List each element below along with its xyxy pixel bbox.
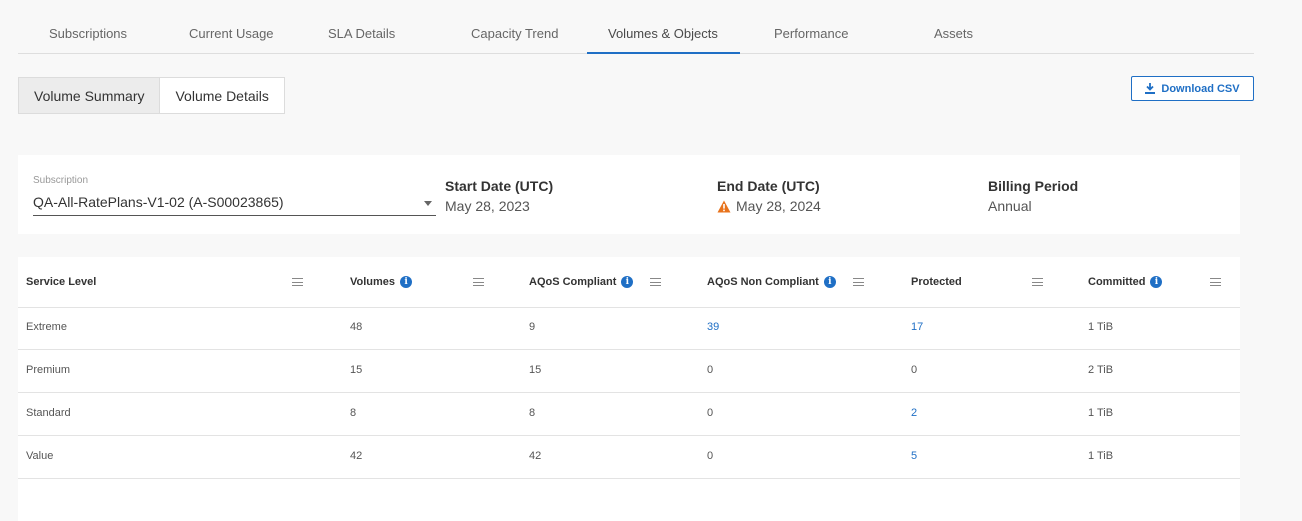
end-date-title: End Date (UTC) — [717, 178, 820, 194]
subscription-select[interactable]: QA-All-RatePlans-V1-02 (A-S00023865) — [33, 192, 436, 216]
table-row: Extreme 48 9 39 17 1 TiB — [18, 307, 1240, 350]
download-icon — [1145, 83, 1156, 94]
cell-committed: 1 TiB — [1088, 321, 1114, 333]
cell-protected-link[interactable]: 17 — [911, 321, 923, 333]
cell-aqos-compliant: 9 — [529, 321, 536, 333]
cell-aqos-compliant: 8 — [529, 407, 536, 419]
cell-committed: 2 TiB — [1088, 364, 1114, 376]
end-date-value: May 28, 2024 — [717, 198, 821, 214]
subscription-value: QA-All-RatePlans-V1-02 (A-S00023865) — [33, 194, 284, 210]
cell-protected-link[interactable]: 5 — [911, 450, 917, 462]
subscription-label: Subscription — [33, 175, 89, 186]
column-menu-icon[interactable] — [853, 278, 864, 286]
active-tab-indicator — [587, 52, 740, 54]
table-row: Standard 8 8 0 2 1 TiB — [18, 393, 1240, 436]
cell-service-level: Extreme — [26, 321, 67, 333]
table-row: Premium 15 15 0 0 2 TiB — [18, 350, 1240, 393]
cell-protected: 0 — [911, 364, 918, 376]
column-menu-icon[interactable] — [1210, 278, 1221, 286]
cell-committed: 1 TiB — [1088, 450, 1114, 462]
column-menu-icon[interactable] — [473, 278, 484, 286]
cell-volumes: 42 — [350, 450, 363, 462]
column-header-protected: Protected — [911, 276, 962, 288]
subscription-info-card: Subscription QA-All-RatePlans-V1-02 (A-S… — [18, 155, 1240, 234]
column-menu-icon[interactable] — [292, 278, 303, 286]
info-icon[interactable]: i — [621, 276, 634, 288]
volume-details-button[interactable]: Volume Details — [160, 78, 283, 113]
cell-volumes: 48 — [350, 321, 363, 333]
cell-aqos-compliant: 15 — [529, 364, 542, 376]
info-icon[interactable]: i — [1150, 276, 1163, 288]
volume-summary-button[interactable]: Volume Summary — [19, 78, 161, 113]
download-csv-label: Download CSV — [1161, 82, 1240, 95]
tab-sla-details[interactable]: SLA Details — [328, 26, 395, 41]
tab-capacity-trend[interactable]: Capacity Trend — [471, 26, 558, 41]
info-icon[interactable]: i — [400, 276, 413, 288]
column-header-aqos-non-compliant: AQoS Non Compliant i — [707, 275, 836, 289]
chevron-down-icon — [424, 201, 432, 206]
start-date-title: Start Date (UTC) — [445, 178, 554, 194]
cell-aqos-non-compliant-link[interactable]: 39 — [707, 321, 719, 333]
billing-period-block: Billing Period Annual — [988, 178, 1078, 214]
view-toggle: Volume Summary Volume Details — [18, 77, 285, 114]
tab-performance[interactable]: Performance — [774, 26, 848, 41]
cell-service-level: Value — [26, 450, 54, 462]
cell-aqos-non-compliant: 0 — [707, 364, 714, 376]
cell-volumes: 15 — [350, 364, 363, 376]
tab-bar: Subscriptions Current Usage SLA Details … — [18, 0, 1254, 54]
start-date-block: Start Date (UTC) May 28, 2023 — [445, 178, 553, 214]
download-csv-button[interactable]: Download CSV — [1131, 76, 1254, 101]
volume-summary-table: Service Level Volumes i AQoS Compliant i A… — [18, 257, 1240, 521]
start-date-value: May 28, 2023 — [445, 198, 530, 214]
column-header-aqos-compliant: AQoS Compliant i — [529, 275, 634, 289]
tab-subscriptions[interactable]: Subscriptions — [49, 26, 127, 41]
tab-volumes-objects[interactable]: Volumes & Objects — [608, 26, 718, 41]
cell-protected-link[interactable]: 2 — [911, 407, 917, 419]
column-menu-icon[interactable] — [1032, 278, 1043, 286]
column-menu-icon[interactable] — [650, 278, 661, 286]
cell-aqos-non-compliant: 0 — [707, 450, 714, 462]
info-icon[interactable]: i — [823, 276, 836, 288]
billing-period-value: Annual — [988, 198, 1032, 214]
tab-assets[interactable]: Assets — [934, 26, 973, 41]
column-header-volumes: Volumes i — [350, 275, 413, 289]
billing-period-title: Billing Period — [988, 178, 1079, 194]
cell-volumes: 8 — [350, 407, 357, 419]
table-row: Value 42 42 0 5 1 TiB — [18, 436, 1240, 479]
cell-service-level: Premium — [26, 364, 71, 376]
cell-committed: 1 TiB — [1088, 407, 1114, 419]
tab-current-usage[interactable]: Current Usage — [189, 26, 274, 41]
column-header-service-level: Service Level — [26, 276, 97, 288]
warning-icon — [717, 200, 731, 212]
column-header-committed: Committed i — [1088, 275, 1163, 289]
cell-service-level: Standard — [26, 407, 71, 419]
cell-aqos-non-compliant: 0 — [707, 407, 714, 419]
end-date-block: End Date (UTC) May 28, 2024 — [717, 178, 821, 214]
cell-aqos-compliant: 42 — [529, 450, 542, 462]
